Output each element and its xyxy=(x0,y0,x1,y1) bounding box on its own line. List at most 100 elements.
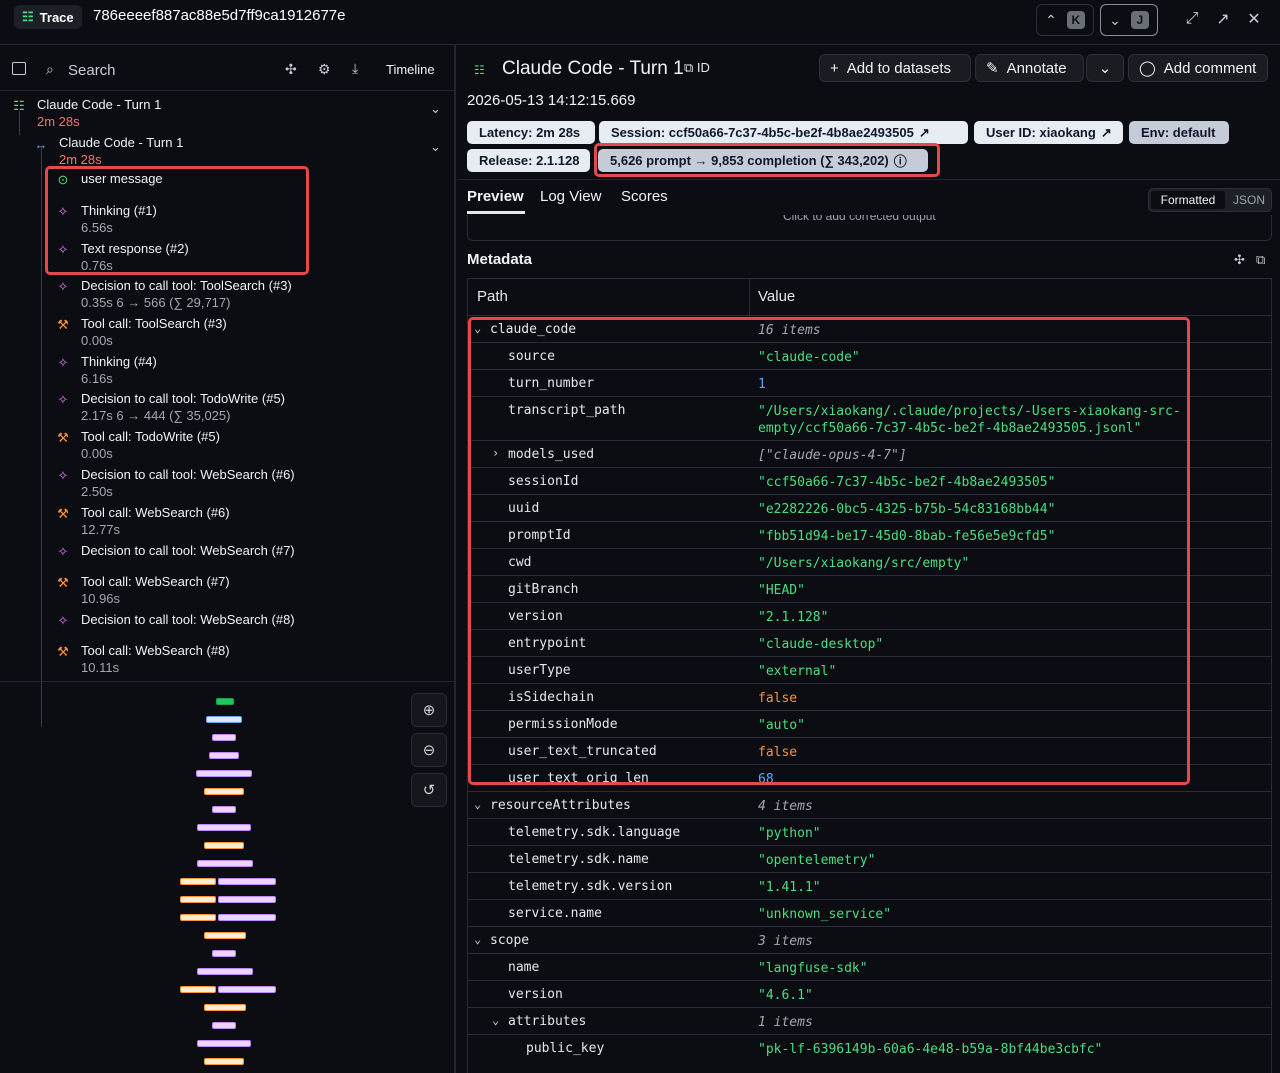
formatted-toggle[interactable]: Formatted xyxy=(1151,191,1225,209)
minimap-node[interactable] xyxy=(218,914,276,921)
latency-badge: Latency: 2m 28s xyxy=(467,121,595,144)
metadata-path: service.name xyxy=(508,906,602,921)
minimap-node[interactable] xyxy=(204,1058,244,1065)
minimap-node[interactable] xyxy=(212,806,236,813)
chevron-down-icon[interactable]: ⌄ xyxy=(474,797,481,811)
sliders-icon[interactable]: ⚙ xyxy=(318,61,331,78)
chevron-down-icon[interactable]: ⌄ xyxy=(430,139,441,155)
download-icon[interactable]: ⤓ xyxy=(352,60,358,77)
tree-node[interactable]: ✧ Decision to call tool: WebSearch (#6) 2.… xyxy=(0,465,456,501)
minimap-node[interactable] xyxy=(197,1040,251,1047)
zoom-out-icon[interactable]: ⊖ xyxy=(411,733,447,767)
minimap-node[interactable] xyxy=(218,878,276,885)
session-badge[interactable]: Session: ccf50a66-7c37-4b5c-be2f-4b8ae24… xyxy=(599,121,968,144)
tree-node[interactable]: ⚒ Tool call: WebSearch (#8) 10.11s xyxy=(0,641,456,677)
tree-node[interactable]: ⚒ Tool call: ToolSearch (#3) 0.00s xyxy=(0,314,456,350)
tree-node[interactable]: ☷ Claude Code - Turn 1 2m 28s ⌄ xyxy=(0,95,456,131)
copy-id-button[interactable]: ⧉ ID xyxy=(684,60,710,76)
crosshair-icon[interactable]: ✣ xyxy=(1234,252,1245,268)
minimap-node[interactable] xyxy=(197,824,251,831)
reset-view-icon[interactable]: ↺ xyxy=(411,773,447,807)
annotate-button[interactable]: ✎ Annotate xyxy=(975,54,1084,82)
minimap-node[interactable] xyxy=(204,842,244,849)
tree-node[interactable]: ✧ Text response (#2) 0.76s xyxy=(0,239,456,275)
tree-node[interactable]: ✧ Thinking (#1) 6.56s xyxy=(0,201,456,237)
next-trace-button[interactable]: ⌄ J xyxy=(1100,4,1158,36)
metadata-row: sessionId "ccf50a66-7c37-4b5c-be2f-4b8ae2… xyxy=(468,467,1271,494)
minimap-node[interactable] xyxy=(196,770,252,777)
wrench-icon: ⚒ xyxy=(57,644,69,659)
minimap-node[interactable] xyxy=(206,716,242,723)
generation-icon: ✧ xyxy=(57,544,69,559)
metadata-path: telemetry.sdk.version xyxy=(508,879,673,894)
metadata-value: "auto" xyxy=(758,718,805,733)
close-icon[interactable]: ✕ xyxy=(1245,10,1263,28)
copy-icon[interactable]: ⧉ xyxy=(1256,252,1265,268)
metadata-path: turn_number xyxy=(508,376,595,391)
minimap-node[interactable] xyxy=(180,878,216,885)
annotate-dropdown-button[interactable]: ⌄ xyxy=(1086,54,1124,82)
minimap-node[interactable] xyxy=(218,986,276,993)
tab-log-view[interactable]: Log View xyxy=(540,188,601,205)
value-column-header: Value xyxy=(758,288,796,305)
minimap-node[interactable] xyxy=(180,914,216,921)
corrected-output-hint[interactable]: Click to add corrected output xyxy=(783,215,936,223)
panel-toggle-icon[interactable] xyxy=(12,62,26,75)
chevron-down-icon[interactable]: ⌄ xyxy=(474,321,481,335)
tree-node[interactable]: ⊙ user message xyxy=(0,169,456,205)
chevron-down-icon[interactable]: ⌄ xyxy=(474,932,481,946)
minimap-node[interactable] xyxy=(204,932,246,939)
metadata-path: promptId xyxy=(508,528,571,543)
metadata-value: "langfuse-sdk" xyxy=(758,961,868,976)
external-link-icon[interactable]: ↗ xyxy=(1214,10,1232,28)
minimap-node[interactable] xyxy=(197,968,253,975)
minimap-node[interactable] xyxy=(218,896,276,903)
tree-node-label: Decision to call tool: TodoWrite (#5) xyxy=(81,391,286,406)
minimap-node[interactable] xyxy=(212,1022,236,1029)
tree-node-label: Claude Code - Turn 1 xyxy=(59,135,184,150)
tree-node[interactable]: ⚒ Tool call: WebSearch (#6) 12.77s xyxy=(0,503,456,539)
minimap-node[interactable] xyxy=(212,734,236,741)
tree-node-duration: 0.00s xyxy=(81,333,113,348)
tree-node[interactable]: ⚒ Tool call: TodoWrite (#5) 0.00s xyxy=(0,427,456,463)
minimap-node[interactable] xyxy=(180,896,216,903)
user-id-badge[interactable]: User ID: xiaokang ↗ xyxy=(974,121,1123,144)
timeline-button[interactable]: Timeline xyxy=(386,62,435,77)
tree-node-label: Claude Code - Turn 1 xyxy=(37,97,162,112)
metadata-value: "fbb51d94-be17-45d0-8bab-fe56e5e9cfd5" xyxy=(758,529,1056,544)
prev-trace-button[interactable]: ⌃ K xyxy=(1036,4,1094,36)
metadata-path: uuid xyxy=(508,501,540,516)
tree-node[interactable]: ↔ Claude Code - Turn 1 2m 28s ⌄ xyxy=(0,133,456,169)
add-comment-button[interactable]: ◯ Add comment xyxy=(1128,54,1268,82)
chevron-right-icon[interactable]: › xyxy=(492,446,499,460)
minimap-node[interactable] xyxy=(209,752,239,759)
chevron-down-icon[interactable]: ⌄ xyxy=(430,101,441,117)
json-toggle[interactable]: JSON xyxy=(1229,191,1269,209)
tab-preview[interactable]: Preview xyxy=(467,188,524,205)
minimap-node[interactable] xyxy=(204,788,244,795)
tree-node[interactable]: ✧ Thinking (#4) 6.16s xyxy=(0,352,456,388)
metadata-path: telemetry.sdk.name xyxy=(508,852,649,867)
add-to-datasets-button[interactable]: + Add to datasets xyxy=(819,54,971,82)
divider xyxy=(458,179,1280,180)
metadata-value: "external" xyxy=(758,664,837,679)
minimap-node[interactable] xyxy=(204,1004,246,1011)
minimap-node[interactable] xyxy=(212,950,236,957)
metadata-row: telemetry.sdk.language "python" xyxy=(468,818,1271,845)
comment-icon: ◯ xyxy=(1139,60,1156,77)
search-input[interactable]: Search xyxy=(68,62,116,79)
tree-node[interactable]: ✧ Decision to call tool: ToolSearch (#3) 0… xyxy=(0,276,456,312)
minimap-node[interactable] xyxy=(197,860,253,867)
tree-node[interactable]: ✧ Decision to call tool: TodoWrite (#5) 2.… xyxy=(0,389,456,425)
minimap-node[interactable] xyxy=(216,698,234,705)
crosshair-icon[interactable]: ✣ xyxy=(285,61,297,78)
minimap-node[interactable] xyxy=(180,986,216,993)
zoom-in-icon[interactable]: ⊕ xyxy=(411,693,447,727)
metadata-row: user_text_orig_len 68 xyxy=(468,764,1271,791)
expand-icon[interactable]: ⤢ xyxy=(1183,10,1201,28)
tree-node-label: Decision to call tool: WebSearch (#8) xyxy=(81,612,295,627)
tree-node[interactable]: ⚒ Tool call: WebSearch (#7) 10.96s xyxy=(0,572,456,608)
graph-minimap[interactable]: ⊕ ⊖ ↺ xyxy=(0,681,456,1073)
tab-scores[interactable]: Scores xyxy=(621,188,668,205)
chevron-down-icon[interactable]: ⌄ xyxy=(492,1013,499,1027)
